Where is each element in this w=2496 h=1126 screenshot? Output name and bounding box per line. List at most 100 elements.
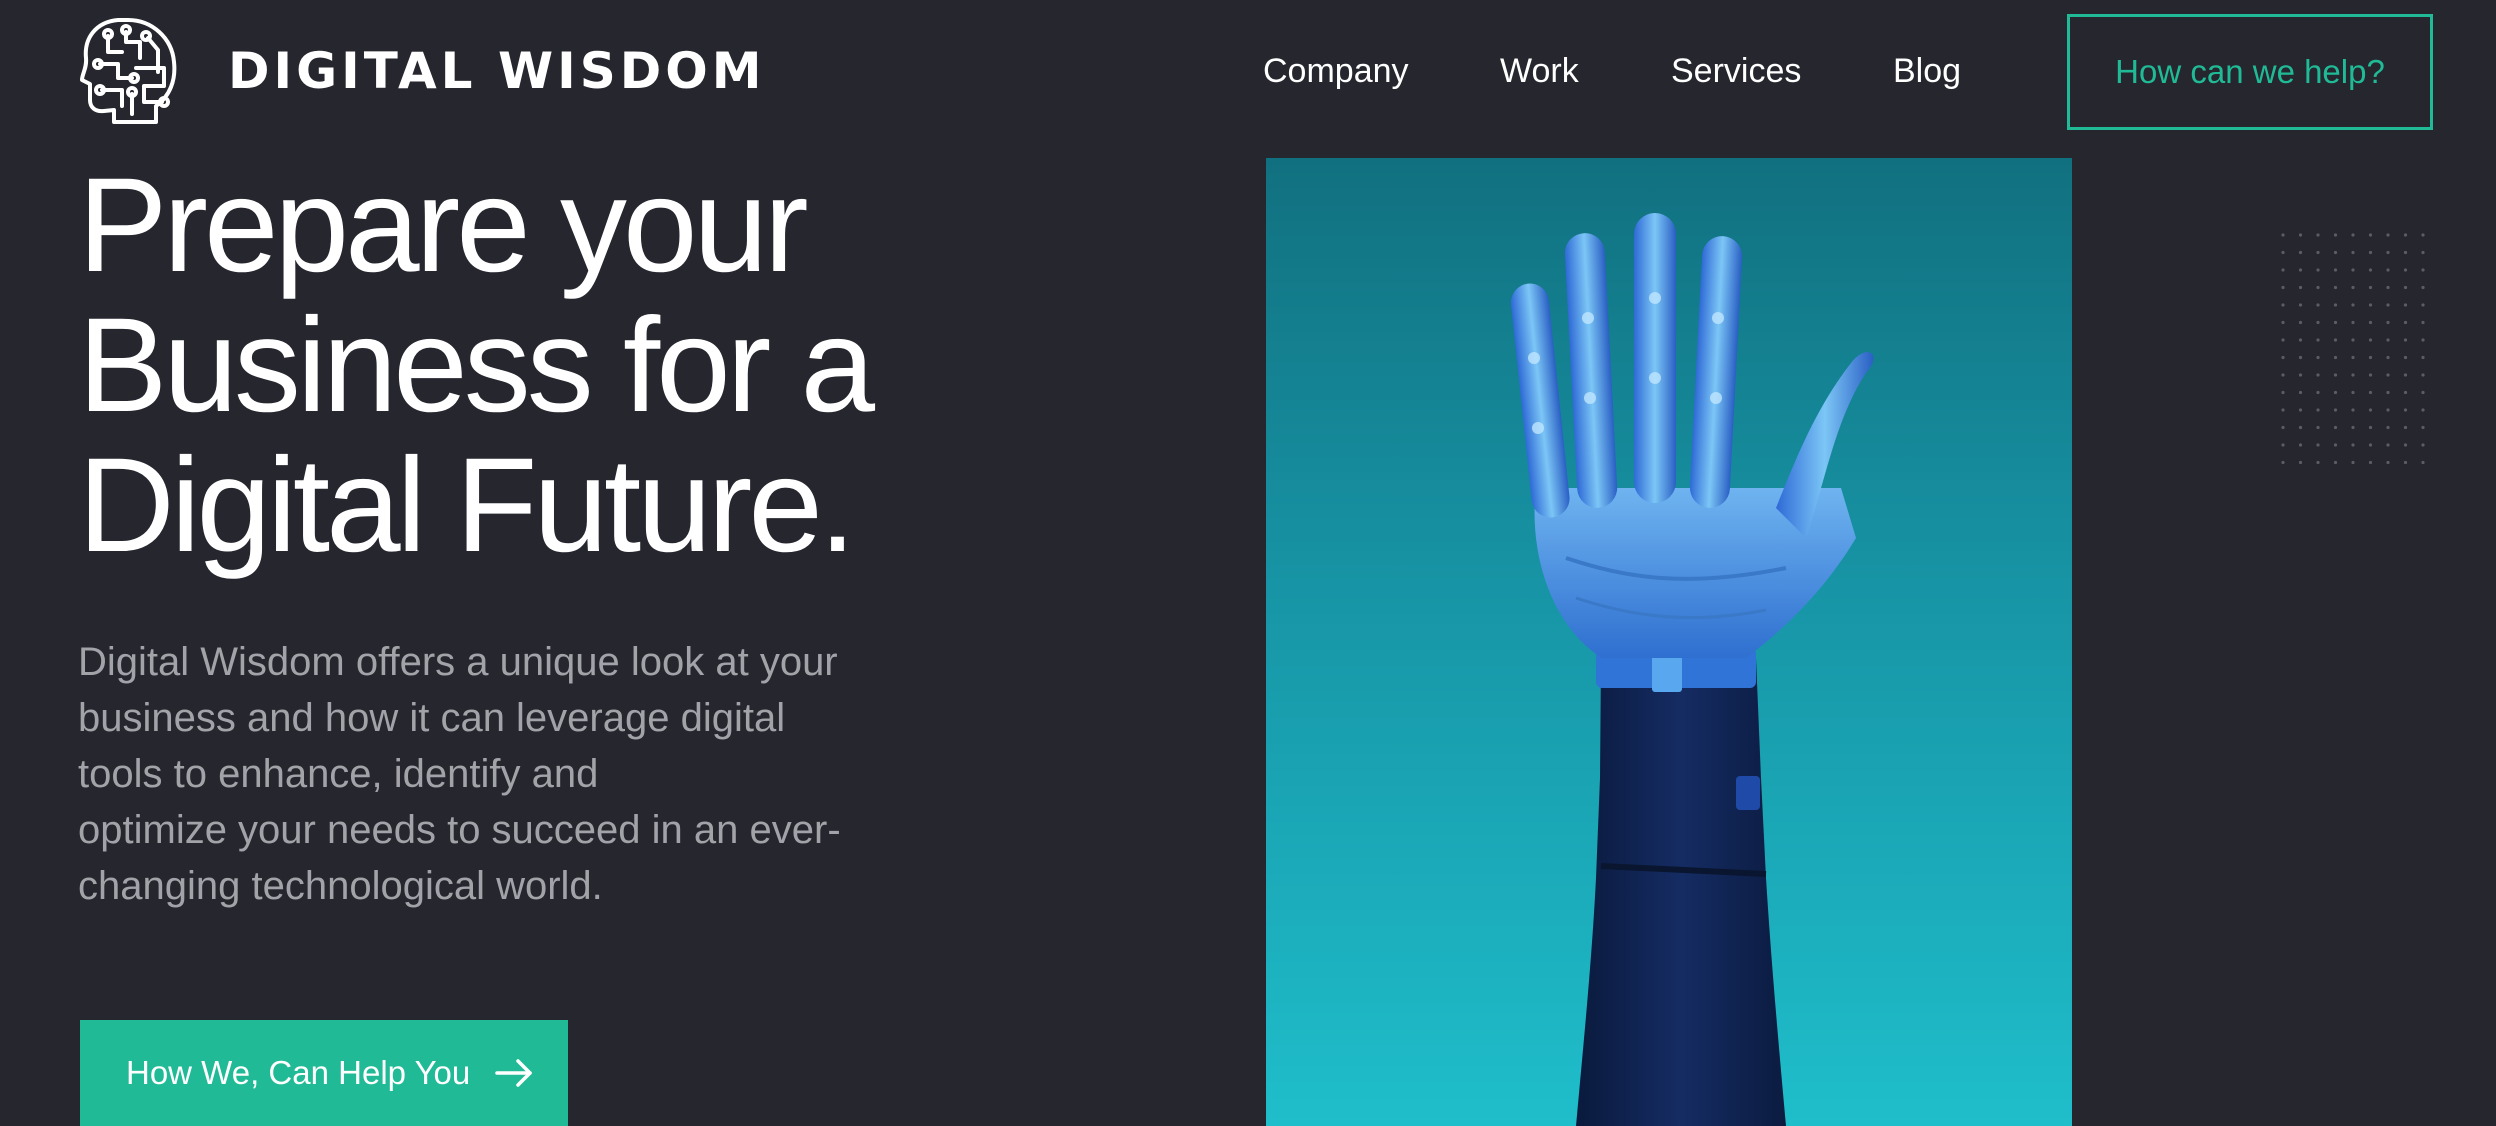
grid-dot bbox=[2386, 373, 2390, 377]
grid-dot bbox=[2351, 233, 2355, 237]
nav-item-services[interactable]: Services bbox=[1671, 52, 1801, 91]
grid-dot bbox=[2281, 285, 2285, 290]
grid-dot bbox=[2316, 338, 2320, 342]
grid-dot bbox=[2281, 303, 2285, 307]
grid-dot bbox=[2351, 425, 2355, 430]
grid-dot bbox=[2368, 355, 2373, 360]
grid-dot bbox=[2421, 460, 2425, 465]
grid-dot bbox=[2403, 443, 2408, 447]
brand-name[interactable]: DIGITAL WISDOM bbox=[228, 42, 765, 100]
grid-dot bbox=[2421, 355, 2425, 360]
grid-dot bbox=[2333, 338, 2338, 342]
grid-dot bbox=[2316, 425, 2320, 430]
grid-dot bbox=[2351, 303, 2355, 307]
grid-dot bbox=[2403, 460, 2408, 465]
help-cta-button[interactable]: How can we help? bbox=[2067, 14, 2433, 130]
grid-dot bbox=[2281, 233, 2285, 237]
grid-dot bbox=[2298, 338, 2303, 342]
intro-line: tools to enhance, identify and bbox=[78, 752, 599, 796]
grid-dot bbox=[2351, 338, 2355, 342]
headline-line: Prepare your bbox=[78, 151, 809, 300]
intro-line: optimize your needs to succeed in an eve… bbox=[78, 808, 841, 852]
grid-dot bbox=[2421, 338, 2425, 342]
grid-dot bbox=[2386, 303, 2390, 307]
grid-dot bbox=[2386, 268, 2390, 272]
grid-dot bbox=[2368, 460, 2373, 465]
grid-dot bbox=[2351, 355, 2355, 360]
grid-dot bbox=[2368, 390, 2373, 395]
grid-dot bbox=[2281, 460, 2285, 465]
grid-dot bbox=[2316, 373, 2320, 377]
grid-dot bbox=[2333, 425, 2338, 430]
grid-dot bbox=[2281, 373, 2285, 377]
grid-dot bbox=[2298, 373, 2303, 377]
grid-dot bbox=[2298, 460, 2303, 465]
grid-dot bbox=[2298, 303, 2303, 307]
grid-dot bbox=[2403, 355, 2408, 360]
grid-dot bbox=[2421, 390, 2425, 395]
grid-dot bbox=[2368, 233, 2373, 237]
grid-dot bbox=[2368, 373, 2373, 377]
grid-dot bbox=[2333, 285, 2338, 290]
grid-dot bbox=[2333, 250, 2338, 255]
nav-item-work[interactable]: Work bbox=[1500, 52, 1579, 91]
grid-dot bbox=[2333, 460, 2338, 465]
grid-dot bbox=[2333, 320, 2338, 325]
grid-dot bbox=[2403, 303, 2408, 307]
grid-dot bbox=[2316, 250, 2320, 255]
grid-dot bbox=[2386, 320, 2390, 325]
grid-dot bbox=[2368, 268, 2373, 272]
grid-dot bbox=[2351, 320, 2355, 325]
grid-dot bbox=[2298, 233, 2303, 237]
grid-dot bbox=[2316, 303, 2320, 307]
grid-dot bbox=[2281, 338, 2285, 342]
grid-dot bbox=[2281, 355, 2285, 360]
grid-dot bbox=[2298, 408, 2303, 412]
grid-dot bbox=[2368, 425, 2373, 430]
grid-dot bbox=[2421, 285, 2425, 290]
grid-dot bbox=[2368, 408, 2373, 412]
grid-dot bbox=[2351, 268, 2355, 272]
grid-dot bbox=[2316, 233, 2320, 237]
grid-dot bbox=[2421, 425, 2425, 430]
circuit-head-logo-icon[interactable] bbox=[78, 14, 178, 126]
grid-dot bbox=[2368, 250, 2373, 255]
grid-dot bbox=[2421, 320, 2425, 325]
intro-line: business and how it can leverage digital bbox=[78, 696, 786, 740]
nav-item-company[interactable]: Company bbox=[1263, 52, 1409, 91]
grid-dot bbox=[2298, 390, 2303, 395]
grid-dot bbox=[2333, 390, 2338, 395]
grid-dot bbox=[2333, 408, 2338, 412]
grid-dot bbox=[2316, 443, 2320, 447]
nav-item-blog[interactable]: Blog bbox=[1893, 52, 1961, 91]
grid-dot bbox=[2333, 443, 2338, 447]
robotic-hand-image bbox=[1266, 158, 2072, 1126]
grid-dot bbox=[2421, 268, 2425, 272]
grid-dot bbox=[2386, 460, 2390, 465]
intro-line: changing technological world. bbox=[78, 864, 603, 908]
grid-dot bbox=[2386, 408, 2390, 412]
grid-dot bbox=[2351, 443, 2355, 447]
grid-dot bbox=[2368, 320, 2373, 325]
grid-dot bbox=[2386, 285, 2390, 290]
grid-dot bbox=[2403, 233, 2408, 237]
grid-dot bbox=[2403, 373, 2408, 377]
grid-dot bbox=[2351, 250, 2355, 255]
grid-dot bbox=[2316, 355, 2320, 360]
hero-intro: Digital Wisdom offers a unique look at y… bbox=[78, 634, 918, 914]
grid-dot bbox=[2316, 460, 2320, 465]
how-we-help-button[interactable]: How We, Can Help You bbox=[80, 1020, 568, 1126]
grid-dot bbox=[2403, 320, 2408, 325]
grid-dot bbox=[2368, 285, 2373, 290]
grid-dot bbox=[2298, 443, 2303, 447]
grid-dot bbox=[2421, 303, 2425, 307]
how-we-help-label: How We, Can Help You bbox=[126, 1054, 471, 1091]
intro-line: Digital Wisdom offers a unique look at y… bbox=[78, 640, 838, 684]
grid-dot bbox=[2298, 285, 2303, 290]
grid-dot bbox=[2421, 250, 2425, 255]
grid-dot bbox=[2368, 303, 2373, 307]
grid-dot bbox=[2351, 285, 2355, 290]
grid-dot bbox=[2333, 303, 2338, 307]
grid-dot bbox=[2403, 268, 2408, 272]
grid-dot bbox=[2386, 355, 2390, 360]
